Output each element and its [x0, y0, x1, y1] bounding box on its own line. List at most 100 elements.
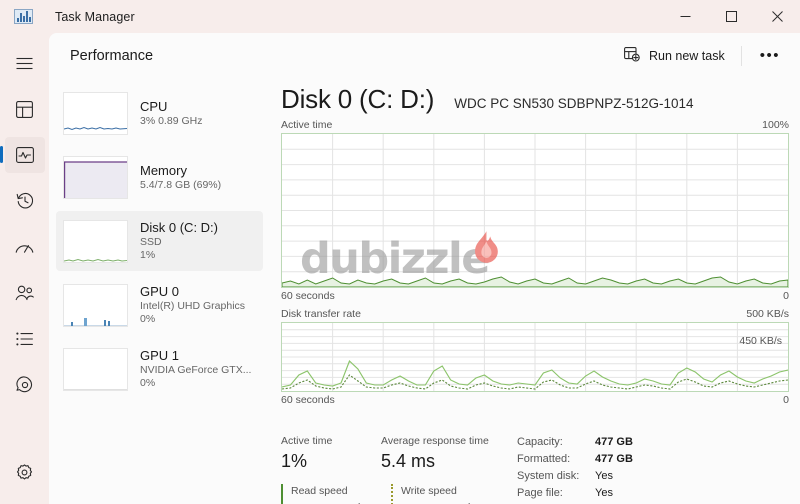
stats-right: Capacity: 477 GB Formatted: 477 GB Syste…: [517, 434, 633, 504]
stats-left: Active time 1% Average response time 5.4…: [281, 434, 503, 504]
info-value: Yes: [595, 470, 613, 482]
page-title: Performance: [70, 47, 154, 64]
info-row-page-file: Page file: Yes: [517, 485, 633, 502]
services-icon: [15, 376, 34, 394]
device-name: GPU 1: [140, 348, 180, 363]
sidebar-item-users[interactable]: [5, 275, 45, 311]
sidebar-item-details[interactable]: [5, 321, 45, 357]
info-row-formatted: Formatted: 477 GB: [517, 451, 633, 468]
active-time-axis-left: 60 seconds: [281, 290, 335, 302]
avg-response-stat-value: 5.4 ms: [381, 451, 436, 471]
transfer-rate-graph: 450 KB/s: [281, 322, 789, 392]
device-item-gpu1[interactable]: GPU 1 NVIDIA GeForce GTX... 0%: [56, 339, 263, 399]
content-card: Performance Run new task ••• CPU 3% 0.89…: [49, 33, 800, 504]
device-item-memory[interactable]: Memory 5.4/7.8 GB (69%): [56, 147, 263, 207]
gpu0-thumbnail-graph: [63, 283, 128, 327]
info-key: Formatted:: [517, 453, 571, 465]
sidebar-item-performance[interactable]: [0, 137, 45, 173]
toolbar-actions: Run new task •••: [614, 33, 792, 78]
device-sub2: 0%: [140, 377, 156, 389]
processes-icon: [16, 100, 33, 118]
minimize-icon[interactable]: [662, 0, 708, 33]
info-key: System disk:: [517, 470, 580, 482]
device-sub1: 5.4/7.8 GB (69%): [140, 178, 222, 191]
write-speed-label: Write speed: [401, 485, 457, 497]
device-sub1: Intel(R) UHD Graphics: [140, 300, 246, 312]
read-speed-stat: Read speed 16.6 KB/s: [281, 484, 391, 504]
active-time-graph: dubizzle: [281, 133, 789, 288]
detail-panel: Disk 0 (C: D:) WDC PC SN530 SDBPNPZ-512G…: [270, 78, 800, 504]
window-controls: [662, 0, 800, 33]
write-speed-value: 82.6 KB/s: [401, 499, 501, 504]
info-value: Yes: [595, 487, 613, 499]
stats-speed-row: Read speed 16.6 KB/s Write speed 82.6 KB…: [281, 484, 503, 504]
read-speed-label: Read speed: [291, 485, 348, 497]
device-item-cpu[interactable]: CPU 3% 0.89 GHz: [56, 83, 263, 143]
info-value: 477 GB: [595, 436, 633, 448]
device-text: Memory 5.4/7.8 GB (69%): [140, 163, 221, 192]
navigation-rail: [0, 33, 49, 504]
chart-icon: [14, 9, 33, 24]
info-row-system-disk: System disk: Yes: [517, 468, 633, 485]
active-time-labels: Active time 100%: [270, 115, 800, 133]
stats-primary-row: Active time 1% Average response time 5.4…: [281, 434, 503, 474]
close-icon[interactable]: [754, 0, 800, 33]
device-item-gpu0[interactable]: GPU 0 Intel(R) UHD Graphics 0%: [56, 275, 263, 335]
device-sub1: 3% 0.89 GHz: [140, 114, 203, 127]
active-time-stat-value: 1%: [281, 451, 308, 471]
active-time-max: 100%: [762, 119, 789, 131]
gear-icon: [16, 463, 33, 481]
run-new-task-button[interactable]: Run new task: [614, 41, 735, 71]
run-new-task-label: Run new task: [649, 48, 725, 63]
device-text: CPU 3% 0.89 GHz: [140, 99, 202, 128]
device-name: Memory: [140, 162, 187, 178]
avg-response-stat-label: Average response time: [381, 435, 489, 447]
device-sub2: 0%: [140, 313, 156, 325]
disk-thumbnail-graph: [63, 219, 128, 263]
toolbar-divider: [740, 45, 742, 66]
stats-area: Active time 1% Average response time 5.4…: [281, 434, 800, 504]
active-time-axis: 60 seconds 0: [270, 288, 800, 302]
active-time-label: Active time: [281, 119, 333, 131]
device-name: Disk 0 (C: D:): [140, 220, 218, 235]
transfer-rate-note: 450 KB/s: [739, 335, 782, 347]
device-list: CPU 3% 0.89 GHz Memory 5.4/7.8 GB (69%): [49, 78, 270, 504]
title-bar: Task Manager: [0, 0, 800, 33]
avg-response-stat: Average response time 5.4 ms: [381, 434, 503, 474]
memory-thumbnail-graph: [63, 155, 128, 199]
device-item-disk[interactable]: Disk 0 (C: D:) SSD 1%: [56, 211, 263, 271]
startup-apps-icon: [15, 240, 34, 254]
sidebar-item-settings[interactable]: [5, 454, 45, 490]
transfer-rate-axis-right: 0: [783, 394, 789, 406]
more-options-icon[interactable]: •••: [748, 43, 792, 68]
transfer-rate-max: 500 KB/s: [746, 308, 789, 320]
maximize-icon[interactable]: [708, 0, 754, 33]
performance-icon: [15, 147, 34, 163]
info-value: 477 GB: [595, 453, 633, 465]
device-sub1: SSD: [140, 236, 162, 248]
device-name: GPU 0: [140, 284, 180, 299]
read-speed-value: 16.6 KB/s: [291, 499, 391, 504]
disk-model: WDC PC SN530 SDBPNPZ-512G-1014: [454, 96, 694, 111]
transfer-rate-labels: Disk transfer rate 500 KB/s: [270, 302, 800, 322]
sidebar-item-app-history[interactable]: [5, 183, 45, 219]
transfer-rate-axis: 60 seconds 0: [270, 392, 800, 406]
cpu-thumbnail-graph: [63, 91, 128, 135]
info-row-capacity: Capacity: 477 GB: [517, 434, 633, 451]
disk-title: Disk 0 (C: D:): [281, 84, 435, 114]
device-text: Disk 0 (C: D:) SSD 1%: [140, 220, 218, 262]
task-manager-window: Task Manager Performance Run new task ••…: [0, 0, 800, 504]
app-history-icon: [16, 192, 34, 210]
details-icon: [16, 332, 33, 346]
device-text: GPU 0 Intel(R) UHD Graphics 0%: [140, 284, 245, 326]
device-name: CPU: [140, 98, 168, 114]
hamburger-menu-icon[interactable]: [5, 45, 45, 81]
active-time-stat: Active time 1%: [281, 434, 381, 474]
sidebar-item-startup-apps[interactable]: [5, 229, 45, 265]
sidebar-item-services[interactable]: [5, 367, 45, 403]
info-key: Capacity:: [517, 436, 563, 448]
active-time-axis-right: 0: [783, 290, 789, 302]
active-time-stat-label: Active time: [281, 435, 333, 447]
device-sub2: 1%: [140, 249, 156, 261]
sidebar-item-processes[interactable]: [5, 91, 45, 127]
